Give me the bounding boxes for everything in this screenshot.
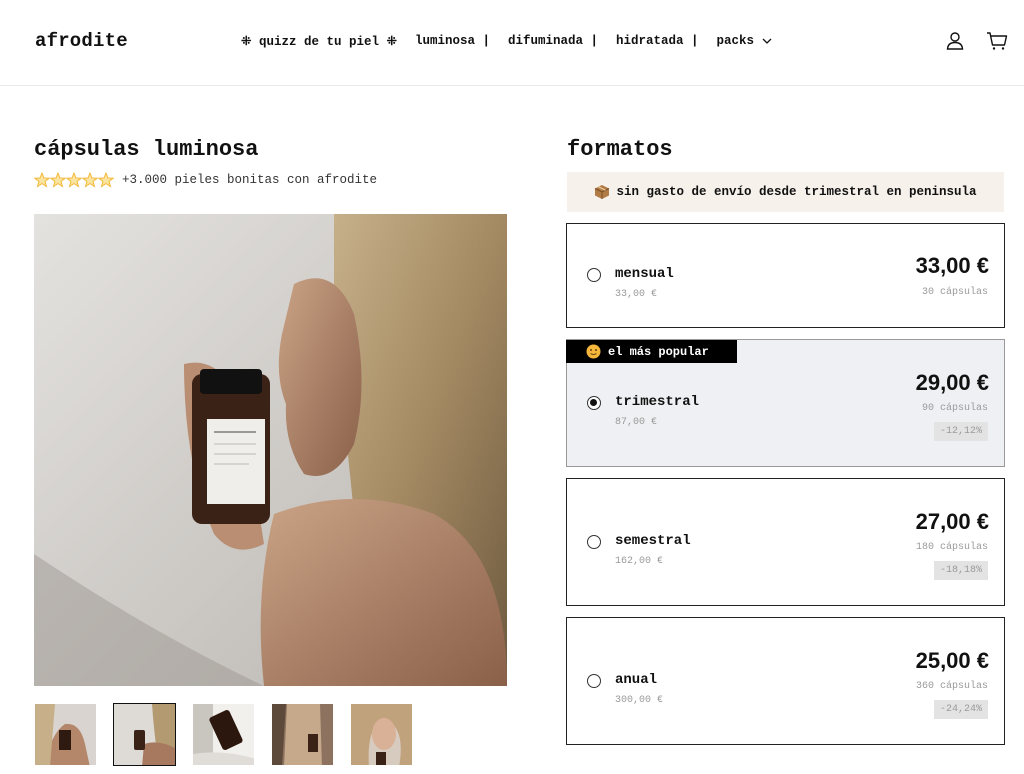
option-price: 33,00 € xyxy=(915,253,989,278)
header-actions xyxy=(924,30,1008,52)
nav-item-luminosa[interactable]: luminosa | xyxy=(415,34,490,48)
cart-icon[interactable] xyxy=(986,30,1008,52)
option-capsule-count: 360 cápsulas xyxy=(915,681,988,692)
discount-badge: -18,18% xyxy=(933,561,988,580)
format-option-anual[interactable]: anual 300,00 € 25,00 € 360 cápsulas -24,… xyxy=(566,617,1005,745)
star-icon xyxy=(82,172,98,188)
star-icon xyxy=(34,172,50,188)
thumbnail-4[interactable] xyxy=(271,703,334,766)
thumbnail-1[interactable] xyxy=(34,703,97,766)
radio-trimestral[interactable] xyxy=(587,396,601,410)
product-title: cápsulas luminosa xyxy=(34,137,259,162)
option-total: 162,00 € xyxy=(615,556,664,567)
star-icon xyxy=(66,172,82,188)
option-total: 33,00 € xyxy=(615,289,658,300)
option-price: 25,00 € xyxy=(915,648,989,673)
site-logo[interactable]: afrodite xyxy=(35,30,128,52)
discount-badge: -24,24% xyxy=(933,700,988,719)
chevron-down-icon xyxy=(762,38,772,44)
radio-mensual[interactable] xyxy=(587,268,601,282)
option-name: semestral xyxy=(615,533,691,549)
option-total: 300,00 € xyxy=(615,695,664,706)
radio-semestral[interactable] xyxy=(587,535,601,549)
popular-badge: el más popular xyxy=(566,340,737,363)
discount-badge: -12,12% xyxy=(933,422,988,441)
product-rating[interactable]: +3.000 pieles bonitas con afrodite xyxy=(34,172,377,188)
nav-item-packs[interactable]: packs xyxy=(717,34,773,48)
rating-stars xyxy=(34,172,114,188)
main-nav: ⁜ quizz de tu piel ⁜ luminosa | difumina… xyxy=(241,33,790,49)
shipping-text: sin gasto de envío desde trimestral en p… xyxy=(616,185,977,199)
thumbnail-3[interactable] xyxy=(192,703,255,766)
thumbnail-5[interactable] xyxy=(350,703,413,766)
thumbnail-strip xyxy=(34,703,429,766)
format-option-mensual[interactable]: mensual 33,00 € 33,00 € 30 cápsulas xyxy=(566,223,1005,328)
option-price: 27,00 € xyxy=(915,509,989,534)
nav-item-hidratada[interactable]: hidratada | xyxy=(616,34,699,48)
product-main-image[interactable] xyxy=(34,214,507,686)
option-name: anual xyxy=(615,672,658,688)
option-capsule-count: 180 cápsulas xyxy=(915,542,988,553)
radio-anual[interactable] xyxy=(587,674,601,688)
star-icon xyxy=(98,172,114,188)
package-icon xyxy=(595,185,610,199)
nav-item-difuminada[interactable]: difuminada | xyxy=(508,34,598,48)
star-icon xyxy=(50,172,66,188)
product-photo xyxy=(34,214,507,686)
nav-item-quizz[interactable]: ⁜ quizz de tu piel ⁜ xyxy=(241,33,397,49)
formats-title: formatos xyxy=(567,137,673,162)
option-name: trimestral xyxy=(615,394,700,410)
shipping-banner: sin gasto de envío desde trimestral en p… xyxy=(567,172,1004,212)
option-price: 29,00 € xyxy=(915,370,989,395)
rating-text: +3.000 pieles bonitas con afrodite xyxy=(122,173,378,187)
option-name: mensual xyxy=(615,266,674,282)
site-header: afrodite ⁜ quizz de tu piel ⁜ luminosa |… xyxy=(0,0,1024,86)
thumbnail-2[interactable] xyxy=(113,703,176,766)
smiley-icon xyxy=(586,344,601,359)
format-option-semestral[interactable]: semestral 162,00 € 27,00 € 180 cápsulas … xyxy=(566,478,1005,606)
popular-badge-label: el más popular xyxy=(608,344,709,359)
option-capsule-count: 90 cápsulas xyxy=(921,403,988,414)
option-total: 87,00 € xyxy=(615,417,658,428)
nav-item-packs-label: packs xyxy=(716,34,755,48)
account-icon[interactable] xyxy=(944,30,966,52)
option-capsule-count: 30 cápsulas xyxy=(921,287,988,298)
